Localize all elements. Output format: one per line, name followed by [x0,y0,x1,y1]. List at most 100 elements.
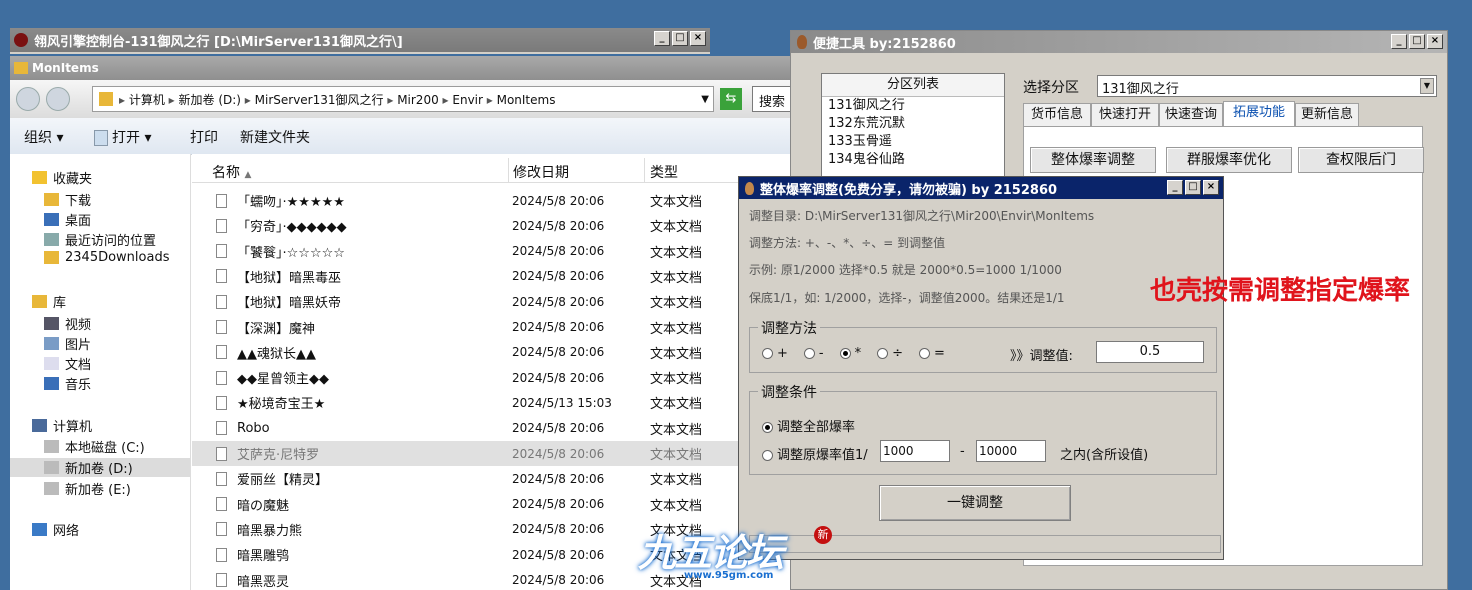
group-droprate-button[interactable]: 群服爆率优化 [1166,147,1292,173]
table-row[interactable]: 暗の魔魅 2024/5/8 20:06 文本文档 [192,492,790,517]
column-type[interactable]: 类型 [650,162,678,182]
op-radios: + - * ÷ = [762,346,961,361]
partition-select[interactable]: 131御风之行 ▼ [1097,75,1437,97]
close-button[interactable]: × [1203,180,1219,195]
partition-item[interactable]: 133玉骨遥 [822,133,1004,151]
tab-1[interactable]: 快速打开 [1091,103,1159,127]
radio-icon [803,348,815,359]
op-radio[interactable]: = [919,346,945,361]
nav-lib-item[interactable]: 音乐 [44,374,91,393]
table-row[interactable]: 【地狱】暗黑妖帝 2024/5/8 20:06 文本文档 [192,289,790,314]
close-button[interactable]: × [1427,34,1443,49]
nav-lib-item[interactable]: 图片 [44,334,91,353]
tab-4[interactable]: 更新信息 [1295,103,1359,127]
dialog-titlebar[interactable]: 整体爆率调整(免费分享，请勿被骗) by 2152860 _ □ × [739,177,1223,199]
file-name: 【地狱】暗黑妖帝 [237,296,342,312]
console-titlebar[interactable]: 翎风引擎控制台-131御风之行 [D:\MirServer131御风之行\] _… [10,28,710,52]
nav-computer[interactable]: 计算机 [32,416,92,435]
nav-drive[interactable]: 本地磁盘 (C:) [44,437,145,456]
table-row[interactable]: ◆◆星曾领主◆◆ 2024/5/8 20:06 文本文档 [192,365,790,390]
breadcrumb: ▸ 计算机 ▸ 新加卷 (D:) ▸ MirServer131御风之行 ▸ Mi… [119,91,555,108]
table-row[interactable]: Robo 2024/5/8 20:06 文本文档 [192,416,790,441]
overall-droprate-button[interactable]: 整体爆率调整 [1030,147,1156,173]
op-radio[interactable]: * [839,346,861,361]
breadcrumb-item[interactable]: 计算机 [129,93,165,107]
nav-fav-item[interactable]: 2345Downloads [44,250,169,265]
table-row[interactable]: 「饕餮」·☆☆☆☆☆ 2024/5/8 20:06 文本文档 [192,239,790,264]
range-from-input[interactable]: 1000 [880,440,950,462]
breadcrumb-item[interactable]: MonItems [497,93,556,107]
nav-favorites[interactable]: 收藏夹 [32,168,92,187]
file-name: 「饕餮」·☆☆☆☆☆ [237,245,345,261]
op-radio[interactable]: ÷ [877,346,903,361]
print-button[interactable]: 打印 [190,127,218,147]
breadcrumb-item[interactable]: 新加卷 (D:) [179,93,241,107]
folder-icon [14,62,28,74]
breadcrumb-item[interactable]: Envir [452,93,483,107]
cond-all-radio[interactable]: 调整全部爆率 [762,416,855,435]
nav-fav-item[interactable]: 桌面 [44,210,91,229]
table-row[interactable]: 「穷奇」·◆◆◆◆◆◆ 2024/5/8 20:06 文本文档 [192,213,790,238]
nav-network[interactable]: 网络 [32,520,79,539]
nav-libraries[interactable]: 库 [32,292,66,311]
nav-lib-item[interactable]: 文档 [44,354,91,373]
forward-icon[interactable] [46,87,70,111]
nav-lib-item[interactable]: 视频 [44,314,91,333]
watermark-url: www.95gm.com [684,570,774,581]
chevron-down-icon[interactable]: ▼ [1420,78,1434,94]
file-type: 文本文档 [650,321,703,337]
address-bar[interactable]: ▸ 计算机 ▸ 新加卷 (D:) ▸ MirServer131御风之行 ▸ Mi… [92,86,714,112]
text-file-icon [216,573,227,587]
minimize-button[interactable]: _ [1391,34,1407,49]
table-row[interactable]: 爱丽丝【精灵】 2024/5/8 20:06 文本文档 [192,466,790,491]
minimize-button[interactable]: _ [654,31,670,46]
table-row[interactable]: 【地狱】暗黑毒巫 2024/5/8 20:06 文本文档 [192,264,790,289]
file-type: 文本文档 [650,245,703,261]
cond-range-radio[interactable]: 调整原爆率值1/ [762,444,868,463]
apply-button[interactable]: 一键调整 [879,485,1071,521]
back-icon[interactable] [16,87,40,111]
nav-drive[interactable]: 新加卷 (D:) [10,458,190,477]
range-to-input[interactable]: 10000 [976,440,1046,462]
nav-fav-item[interactable]: 下载 [44,190,91,209]
tool-titlebar[interactable]: 便捷工具 by:2152860 _ □ × [791,31,1447,53]
partition-item[interactable]: 131御风之行 [822,97,1004,115]
op-radio[interactable]: + [762,346,788,361]
maximize-button[interactable]: □ [672,31,688,46]
new-folder-button[interactable]: 新建文件夹 [240,127,310,147]
search-input[interactable]: 搜索 [752,86,790,112]
organize-button[interactable]: 组织 ▾ [24,127,63,147]
nav-fav-item[interactable]: 最近访问的位置 [44,230,156,249]
file-type: 文本文档 [650,448,703,463]
breadcrumb-item[interactable]: Mir200 [397,93,439,107]
op-radio[interactable]: - [803,346,824,361]
table-row[interactable]: ★秘境奇宝王★ 2024/5/13 15:03 文本文档 [192,390,790,415]
nav-drive-icon [44,440,59,453]
partition-item[interactable]: 132东荒沉默 [822,115,1004,133]
table-row[interactable]: 「蠕吻」·★★★★★ 2024/5/8 20:06 文本文档 [192,188,790,213]
tab-3[interactable]: 拓展功能 [1223,101,1295,127]
explorer-titlebar[interactable]: MonItems [10,56,790,80]
check-backdoor-button[interactable]: 查权限后门 [1298,147,1424,173]
open-button[interactable]: 打开 ▾ [94,127,151,147]
table-row[interactable]: ▲▲魂狱长▲▲ 2024/5/8 20:06 文本文档 [192,340,790,365]
column-date[interactable]: 修改日期 [513,162,569,182]
table-row[interactable]: 艾萨克·尼特罗 2024/5/8 20:06 文本文档 [192,441,790,466]
file-date: 2024/5/8 20:06 [512,370,605,385]
close-button[interactable]: × [690,31,706,46]
partition-item[interactable]: 134鬼谷仙路 [822,151,1004,169]
tab-2[interactable]: 快速查询 [1159,103,1223,127]
maximize-button[interactable]: □ [1185,180,1201,195]
column-name[interactable]: 名称 ▲ [212,162,251,182]
nav-drive[interactable]: 新加卷 (E:) [44,479,131,498]
maximize-button[interactable]: □ [1409,34,1425,49]
minimize-button[interactable]: _ [1167,180,1183,195]
adjust-value-input[interactable]: 0.5 [1096,341,1204,363]
table-row[interactable]: 【深渊】魔神 2024/5/8 20:06 文本文档 [192,315,790,340]
text-file-icon [216,395,227,410]
breadcrumb-item[interactable]: MirServer131御风之行 [255,93,384,107]
refresh-icon[interactable]: ⇆ [720,88,742,110]
chevron-down-icon[interactable]: ▼ [701,94,709,105]
radio-icon [762,348,773,359]
tab-0[interactable]: 货币信息 [1023,103,1091,127]
